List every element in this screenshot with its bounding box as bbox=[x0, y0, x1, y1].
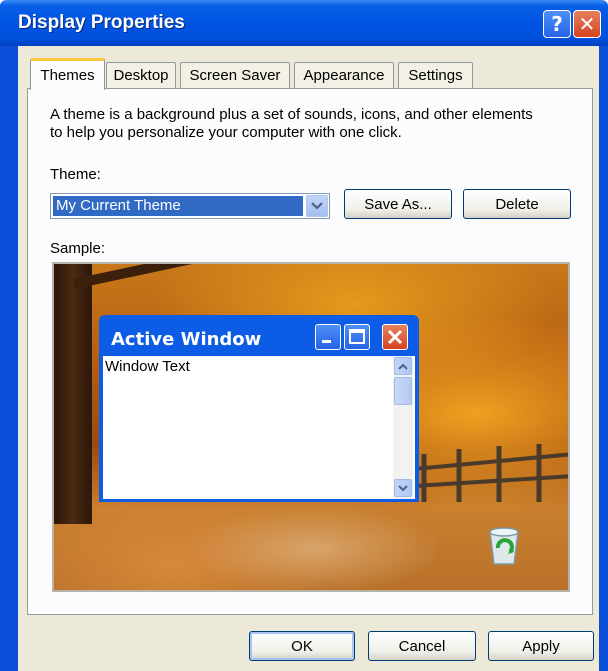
title-bar[interactable]: Display Properties ? ✕ bbox=[0, 0, 608, 46]
minimize-button-preview bbox=[315, 324, 341, 350]
display-properties-window: Display Properties ? ✕ Themes Desktop Sc… bbox=[0, 0, 608, 671]
scroll-up-button bbox=[394, 357, 412, 375]
tab-label: Appearance bbox=[303, 67, 385, 84]
close-icon: ✕ bbox=[578, 12, 596, 36]
delete-label: Delete bbox=[495, 195, 539, 213]
tree-trunk bbox=[54, 264, 92, 524]
chevron-down-icon bbox=[398, 484, 408, 491]
tab-themes[interactable]: Themes bbox=[30, 58, 105, 90]
fence-image bbox=[414, 444, 568, 502]
tab-appearance[interactable]: Appearance bbox=[294, 62, 394, 88]
active-window-title: Active Window bbox=[111, 329, 262, 350]
recycle-bin-icon bbox=[489, 527, 519, 565]
chevron-down-icon bbox=[311, 202, 323, 210]
ok-label: OK bbox=[291, 637, 313, 655]
active-window-body: Window Text bbox=[103, 356, 415, 499]
theme-description-line1: A theme is a background plus a set of so… bbox=[50, 106, 533, 123]
save-as-label: Save As... bbox=[364, 195, 432, 213]
delete-button[interactable]: Delete bbox=[463, 189, 571, 219]
vertical-scrollbar-preview bbox=[393, 356, 413, 499]
cancel-label: Cancel bbox=[398, 637, 446, 655]
tab-desktop[interactable]: Desktop bbox=[106, 62, 176, 88]
theme-select[interactable]: My Current Theme bbox=[50, 193, 330, 219]
close-button[interactable]: ✕ bbox=[573, 10, 601, 38]
close-icon bbox=[387, 329, 403, 345]
apply-button[interactable]: Apply bbox=[488, 631, 594, 661]
chevron-up-icon bbox=[398, 363, 408, 370]
theme-description-line2: to help you personalize your computer wi… bbox=[50, 124, 402, 141]
close-button-preview bbox=[382, 324, 408, 350]
window-text: Window Text bbox=[105, 358, 190, 375]
theme-label: Theme: bbox=[50, 166, 101, 183]
tab-label: Themes bbox=[40, 67, 95, 84]
help-icon: ? bbox=[551, 12, 563, 36]
help-button[interactable]: ? bbox=[543, 10, 571, 38]
tab-screen-saver[interactable]: Screen Saver bbox=[180, 62, 290, 88]
window-frame-left bbox=[0, 46, 18, 671]
window-title: Display Properties bbox=[18, 12, 185, 33]
sample-label: Sample: bbox=[50, 240, 106, 257]
tree-branch bbox=[72, 264, 330, 289]
leaf-path bbox=[184, 504, 444, 590]
tab-settings[interactable]: Settings bbox=[398, 62, 473, 88]
cancel-button[interactable]: Cancel bbox=[368, 631, 476, 661]
theme-select-value: My Current Theme bbox=[53, 196, 303, 216]
scroll-thumb bbox=[394, 377, 412, 405]
scroll-down-button bbox=[394, 479, 412, 497]
apply-label: Apply bbox=[522, 637, 560, 655]
active-window-preview: Active Window Window Text bbox=[99, 315, 419, 502]
theme-select-dropdown-button[interactable] bbox=[306, 195, 328, 217]
ok-button[interactable]: OK bbox=[249, 631, 355, 661]
window-frame-right bbox=[599, 46, 608, 671]
tab-label: Desktop bbox=[113, 67, 169, 84]
minimize-icon bbox=[322, 340, 331, 343]
maximize-button-preview bbox=[344, 324, 370, 350]
maximize-icon bbox=[349, 329, 365, 344]
tab-label: Screen Saver bbox=[189, 67, 281, 84]
save-as-button[interactable]: Save As... bbox=[344, 189, 452, 219]
tab-label: Settings bbox=[408, 67, 463, 84]
